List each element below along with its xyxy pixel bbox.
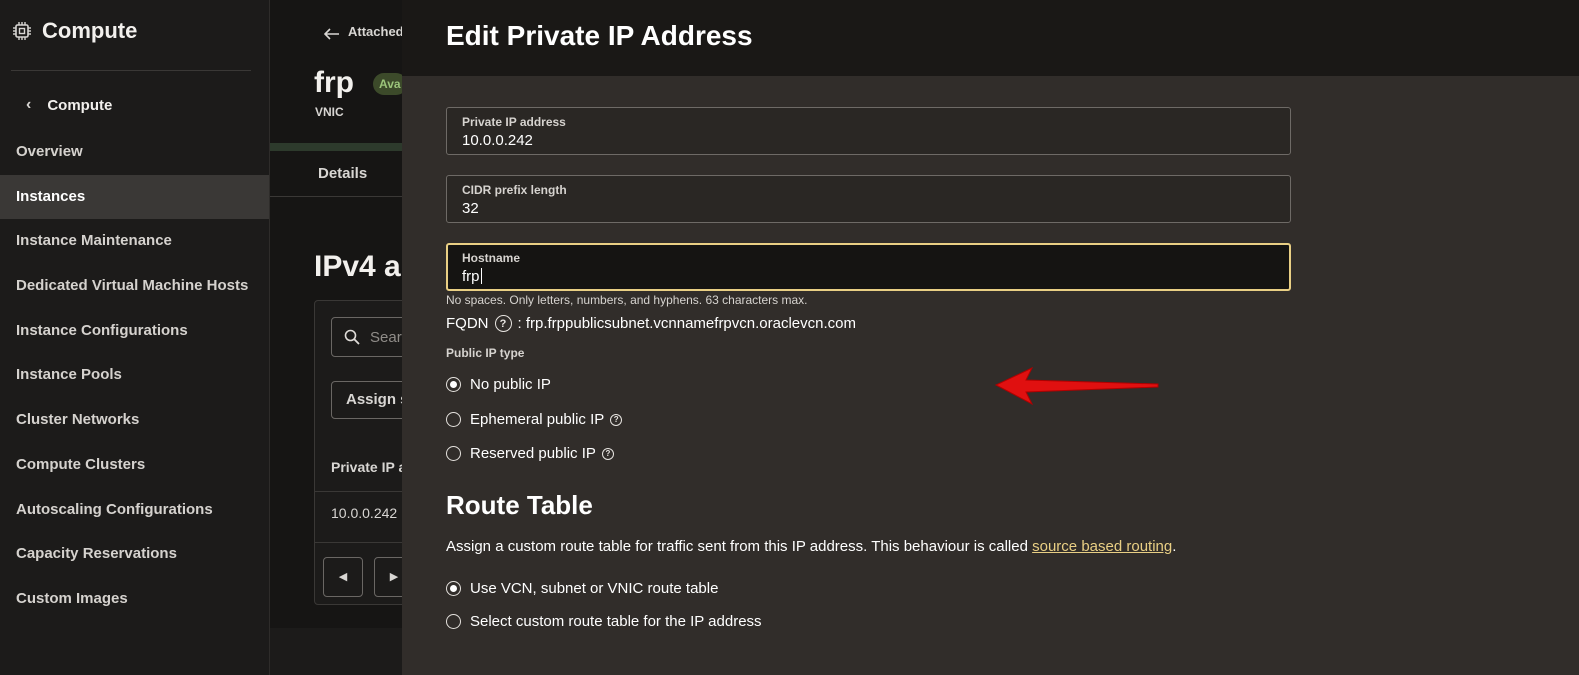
route-table-description-suffix: . [1172, 538, 1177, 555]
radio-reserved-public-ip[interactable]: Reserved public IP ? [446, 445, 614, 462]
sidebar-item-autoscaling-configurations[interactable]: Autoscaling Configurations [0, 488, 269, 533]
sidebar-item-instances[interactable]: Instances [0, 174, 269, 220]
annotation-arrow-icon [994, 366, 1159, 406]
radio-label: Select custom route table for the IP add… [470, 613, 762, 630]
radio-button[interactable] [446, 581, 461, 596]
pagination-next-button[interactable]: ▶ [374, 557, 402, 597]
table-divider [315, 491, 402, 492]
hostname-field[interactable]: Hostname frp [446, 243, 1291, 291]
route-table-description-text: Assign a custom route table for traffic … [446, 538, 1033, 555]
radio-ephemeral-public-ip[interactable]: Ephemeral public IP ? [446, 411, 623, 428]
search-icon [344, 329, 360, 345]
sidebar-item-instance-configurations[interactable]: Instance Configurations [0, 309, 269, 354]
radio-button[interactable] [446, 614, 461, 629]
radio-label: Use VCN, subnet or VNIC route table [470, 580, 719, 597]
radio-no-public-ip[interactable]: No public IP [446, 376, 551, 393]
background-page: Attached frp Ava VNIC Details IPv4 a Sea… [270, 0, 402, 675]
edit-private-ip-panel: Edit Private IP Address Private IP addre… [402, 0, 1579, 675]
background-band [270, 143, 402, 151]
sidebar-nav-list: Overview Instances Instance Maintenance … [0, 130, 269, 622]
route-table-title: Route Table [446, 490, 593, 520]
sidebar-header: Compute [12, 18, 137, 44]
table-column-header: Private IP a [331, 459, 402, 475]
sidebar: Compute ‹ Compute Overview Instances Ins… [0, 0, 270, 675]
hostname-help-text: No spaces. Only letters, numbers, and hy… [446, 293, 808, 307]
private-ip-value: 10.0.0.242 [462, 132, 533, 149]
hostname-value: frp [462, 268, 480, 285]
cidr-prefix-label: CIDR prefix length [462, 183, 567, 197]
sidebar-back-link[interactable]: ‹ Compute [26, 96, 112, 114]
radio-button[interactable] [446, 446, 461, 461]
chip-icon [13, 22, 31, 40]
sidebar-item-custom-images[interactable]: Custom Images [0, 577, 269, 622]
sidebar-title: Compute [42, 18, 138, 43]
fqdn-row: FQDN ? : frp.frppublicsubnet.vcnnamefrpv… [446, 315, 856, 332]
help-icon[interactable]: ? [494, 315, 512, 332]
private-ip-field[interactable]: Private IP address 10.0.0.242 [446, 107, 1291, 155]
help-icon[interactable]: ? [610, 413, 623, 426]
radio-select-custom-route-table[interactable]: Select custom route table for the IP add… [446, 613, 762, 630]
background-footer [270, 628, 402, 675]
table-cell: 10.0.0.242 [331, 505, 398, 521]
radio-label: Reserved public IP [470, 445, 596, 462]
hostname-label: Hostname [462, 251, 521, 265]
sidebar-item-compute-clusters[interactable]: Compute Clusters [0, 443, 269, 488]
private-ip-label: Private IP address [462, 115, 566, 129]
sidebar-item-dedicated-vm-hosts[interactable]: Dedicated Virtual Machine Hosts [0, 264, 269, 309]
help-icon[interactable]: ? [601, 447, 614, 460]
panel-header: Edit Private IP Address [402, 0, 1579, 76]
background-title: frp [314, 66, 354, 99]
background-tabs: Details [270, 151, 402, 197]
sidebar-item-instance-maintenance[interactable]: Instance Maintenance [0, 219, 269, 264]
panel-title: Edit Private IP Address [446, 20, 753, 51]
source-based-routing-link[interactable]: source based routing [1032, 538, 1172, 555]
search-input[interactable]: Sear [331, 317, 402, 357]
cidr-prefix-field[interactable]: CIDR prefix length 32 [446, 175, 1291, 223]
background-card: Sear Assign s Private IP a 10.0.0.242 ◀ … [314, 300, 402, 605]
sidebar-item-capacity-reservations[interactable]: Capacity Reservations [0, 532, 269, 577]
cidr-prefix-value: 32 [462, 200, 479, 217]
fqdn-label: FQDN [446, 315, 489, 332]
route-table-description: Assign a custom route table for traffic … [446, 538, 1176, 555]
public-ip-type-label: Public IP type [446, 346, 525, 360]
pagination-prev-button[interactable]: ◀ [323, 557, 363, 597]
tab-details[interactable]: Details [318, 165, 367, 182]
fqdn-value: : frp.frppublicsubnet.vcnnamefrpvcn.orac… [517, 315, 857, 332]
search-placeholder: Sear [370, 328, 402, 346]
background-subtitle: VNIC [315, 105, 344, 119]
status-badge: Ava [373, 73, 402, 95]
radio-use-vcn-route-table[interactable]: Use VCN, subnet or VNIC route table [446, 580, 718, 597]
radio-label: No public IP [470, 376, 551, 393]
sidebar-divider [11, 70, 251, 71]
radio-button[interactable] [446, 377, 461, 392]
sidebar-item-cluster-networks[interactable]: Cluster Networks [0, 398, 269, 443]
sidebar-back-label: Compute [47, 96, 113, 114]
hostname-value-wrap: frp [462, 267, 1275, 287]
background-back-link[interactable]: Attached [348, 24, 402, 39]
radio-button[interactable] [446, 412, 461, 427]
chevron-left-icon: ‹ [26, 96, 32, 113]
table-divider [315, 542, 402, 543]
assign-button[interactable]: Assign s [331, 381, 402, 419]
text-caret [480, 268, 482, 284]
background-section-title: IPv4 a [314, 250, 401, 283]
arrow-left-icon[interactable] [324, 28, 340, 40]
sidebar-item-instance-pools[interactable]: Instance Pools [0, 353, 269, 398]
radio-label: Ephemeral public IP [470, 411, 605, 428]
sidebar-item-overview[interactable]: Overview [0, 130, 269, 175]
